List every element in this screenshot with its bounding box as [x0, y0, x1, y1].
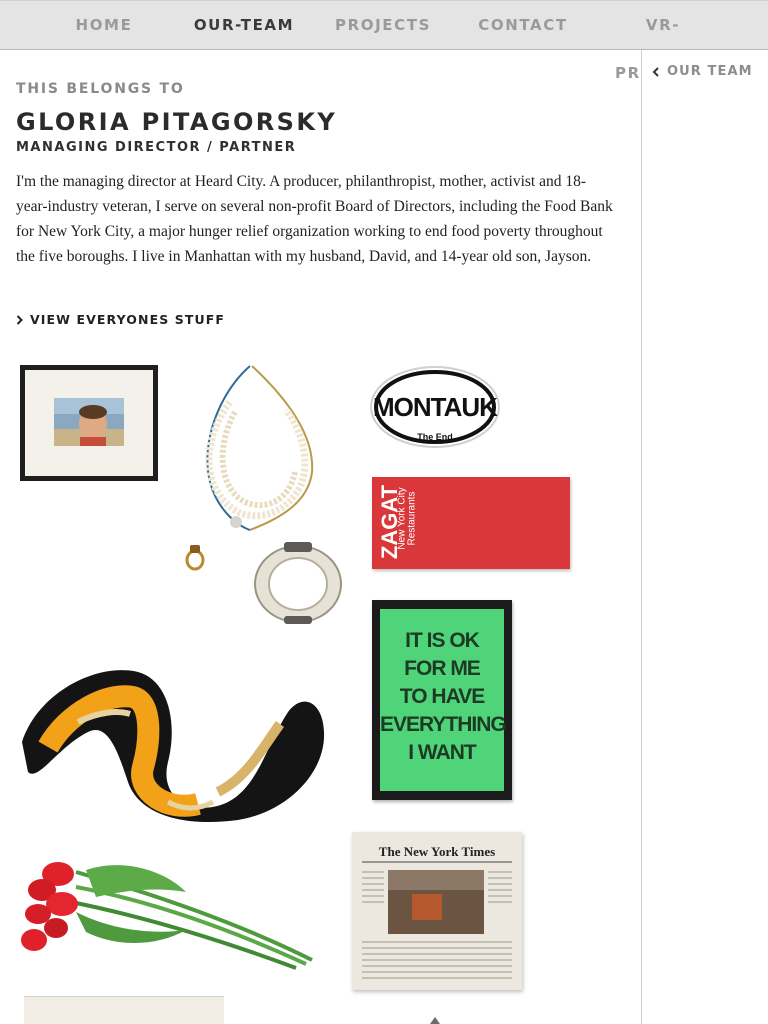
- montauk-sticker-image: MONTAUK The End: [368, 364, 502, 450]
- framed-photo-image: [20, 365, 158, 481]
- top-nav: HOME OUR-TEAM PROJECTS CONTACT VR-PROJEC…: [0, 0, 768, 82]
- montauk-sticker-text: MONTAUK: [373, 392, 498, 422]
- person-role: MANAGING DIRECTOR / PARTNER: [16, 140, 297, 155]
- view-everyones-stuff-link[interactable]: VIEW EVERYONES STUFF: [16, 312, 225, 327]
- sidebar: OUR TEAM: [641, 50, 768, 1024]
- chevron-left-icon: [652, 66, 660, 77]
- poster-line: TO HAVE: [399, 685, 485, 708]
- poster-panel: IT IS OK FOR ME TO HAVE EVERYTHING I WAN…: [380, 609, 507, 791]
- scarf-image: [18, 652, 328, 824]
- belongs-label: THIS BELONGS TO: [16, 81, 185, 97]
- framed-poster-image: IT IS OK FOR ME TO HAVE EVERYTHING I WAN…: [372, 600, 512, 800]
- poster-line: I WANT: [408, 741, 477, 764]
- ring-image: [184, 543, 206, 571]
- zagat-line2-text: Restaurants: [406, 491, 418, 546]
- poster-line: IT IS OK: [405, 629, 480, 652]
- nav-contact[interactable]: CONTACT: [474, 1, 572, 51]
- nav-our-team[interactable]: OUR-TEAM: [188, 1, 300, 51]
- person-bio: I'm the managing director at Heard City.…: [16, 173, 613, 265]
- person-name: GLORIA PITAGORSKY: [16, 108, 338, 136]
- nav-home[interactable]: HOME: [62, 1, 146, 51]
- poster-line: EVERYTHING: [380, 713, 507, 736]
- zagat-guide-image: ZAGAT New York City Restaurants: [372, 477, 570, 569]
- tulips-image: [16, 852, 316, 972]
- montauk-sticker-subtext: The End: [417, 432, 453, 442]
- back-to-our-team-link[interactable]: OUR TEAM: [652, 64, 753, 79]
- poster-line: FOR ME: [404, 657, 481, 680]
- partial-item-image: [428, 1016, 442, 1024]
- view-all-label: VIEW EVERYONES STUFF: [30, 312, 226, 327]
- newspaper-image: The New York Times: [352, 832, 522, 990]
- back-link-label: OUR TEAM: [667, 64, 753, 79]
- necklaces-image: [190, 362, 320, 537]
- nav-vr-projects[interactable]: VR-PROJECTS: [598, 1, 728, 82]
- nav-projects[interactable]: PROJECTS: [330, 1, 436, 51]
- partial-item-image: [24, 996, 224, 1024]
- bangle-bracelet-image: [250, 538, 346, 626]
- chevron-right-icon: [16, 314, 23, 325]
